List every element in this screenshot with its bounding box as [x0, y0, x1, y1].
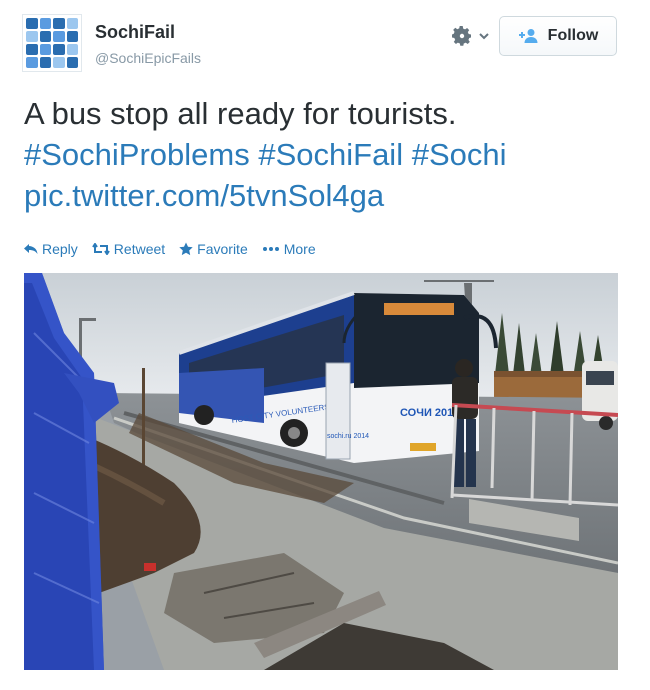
- user-handle[interactable]: @SochiEpicFails: [95, 50, 201, 66]
- follow-button[interactable]: Follow: [499, 16, 617, 56]
- reply-label: Reply: [42, 241, 78, 257]
- user-actions-dropdown[interactable]: [450, 22, 494, 50]
- more-dots-icon: [262, 247, 279, 251]
- avatar[interactable]: [22, 14, 82, 72]
- bus-front-sign: СОЧИ 2014: [400, 407, 460, 419]
- add-user-icon: [518, 29, 538, 43]
- more-label: More: [283, 241, 316, 257]
- star-icon: [179, 242, 193, 256]
- hashtag-sochifail[interactable]: #SochiFail: [258, 137, 403, 172]
- media-link[interactable]: pic.twitter.com/5tvnSol4ga: [24, 178, 384, 213]
- tweet-text: A bus stop all ready for tourists. #Soch…: [24, 93, 624, 216]
- favorite-label: Favorite: [197, 241, 248, 257]
- retweet-action[interactable]: Retweet: [91, 241, 166, 257]
- tweet-body: A bus stop all ready for tourists.: [24, 96, 457, 131]
- gear-icon: [452, 26, 471, 46]
- more-action[interactable]: More: [262, 241, 316, 257]
- favorite-action[interactable]: Favorite: [179, 241, 248, 257]
- display-name[interactable]: SochiFail: [95, 22, 175, 43]
- hashtag-sochi[interactable]: #Sochi: [412, 137, 507, 172]
- tweet-photo[interactable]: HOST CITY VOLUNTEERS sochi.ru 2014 СОЧИ …: [24, 273, 618, 670]
- hashtag-sochiproblems[interactable]: #SochiProblems: [24, 137, 250, 172]
- chevron-down-icon: [479, 33, 489, 40]
- reply-action[interactable]: Reply: [24, 241, 78, 257]
- follow-label: Follow: [547, 27, 599, 44]
- reply-icon: [24, 244, 38, 254]
- bus-door-text: sochi.ru 2014: [327, 433, 369, 440]
- retweet-icon: [91, 243, 110, 255]
- bus-stop-photo: HOST CITY VOLUNTEERS sochi.ru 2014 СОЧИ …: [24, 273, 618, 670]
- tweet-actions: Reply Retweet Favorite More: [24, 241, 316, 257]
- retweet-label: Retweet: [113, 241, 166, 257]
